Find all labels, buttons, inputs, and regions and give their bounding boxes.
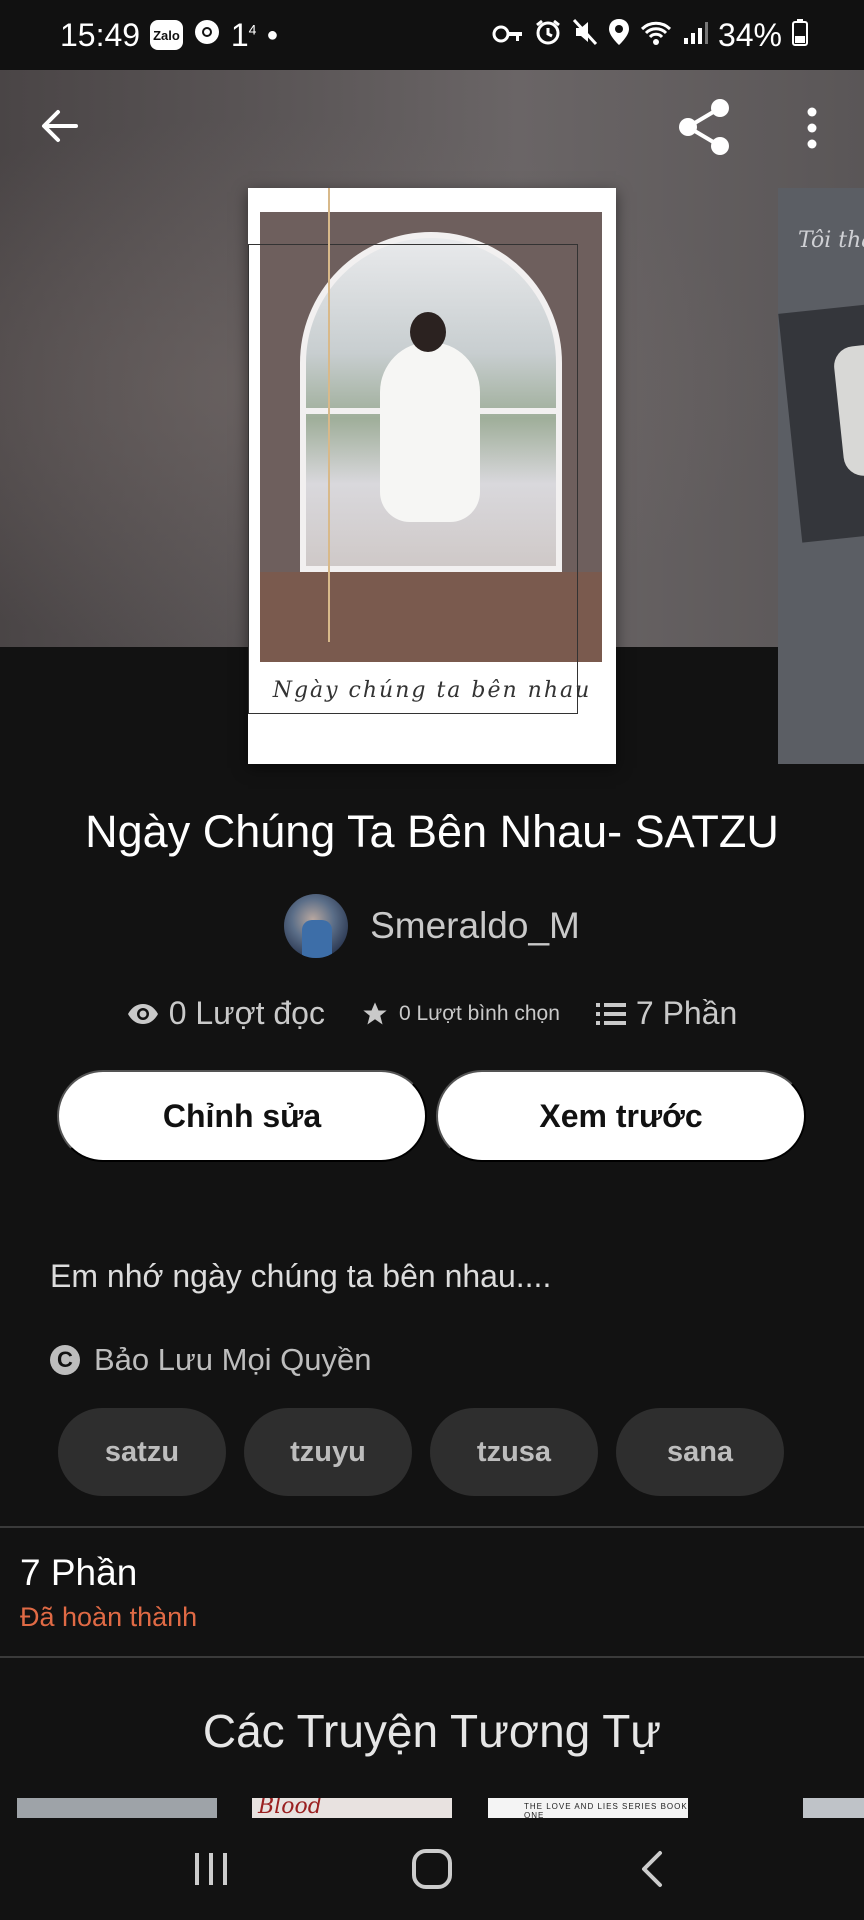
author-row[interactable]: Smeraldo_M (0, 894, 864, 958)
tag-chip[interactable]: tzusa (430, 1408, 598, 1496)
battery-level: 34% (717, 16, 782, 53)
recent-apps-button[interactable] (176, 1834, 246, 1904)
reads-stat: 0 Lượt đọc (127, 995, 325, 1032)
story-description: Em nhớ ngày chúng ta bên nhau.... (50, 1258, 552, 1294)
share-button[interactable] (676, 98, 732, 156)
status-right: 34% (492, 17, 808, 54)
cover-title-text: Ngày chúng ta bên nhau (272, 678, 592, 703)
completion-status: Đã hoàn thành (20, 1602, 198, 1632)
story-title: Ngày Chúng Ta Bên Nhau- SATZU (85, 806, 779, 857)
more-vertical-icon (807, 107, 817, 149)
signal-icon (682, 17, 708, 54)
next-story-cover[interactable]: Tôi thấ (778, 188, 864, 764)
votes-label: 0 Lượt bình chọn (398, 1001, 560, 1025)
author-name[interactable]: Smeraldo_M (370, 905, 580, 947)
notification-count: 14 (230, 16, 257, 53)
similar-stories-list: Blood THE LOVE AND LIES SERIES BOOK ONE (0, 1798, 864, 1818)
location-icon (608, 17, 630, 54)
home-button[interactable] (397, 1834, 467, 1904)
system-back-button[interactable] (618, 1834, 688, 1904)
thumb-text: THE LOVE AND LIES SERIES BOOK ONE (524, 1802, 688, 1818)
similar-story-thumb[interactable] (17, 1798, 217, 1818)
parts-count[interactable]: 7 Phần (20, 1552, 137, 1594)
status-time: 15:49 (60, 16, 141, 53)
next-cover-text: Tôi thấ (798, 228, 864, 253)
alarm-icon (534, 17, 562, 54)
dot-icon: ● (266, 23, 279, 46)
status-bar: 15:49 Zalo 14 ● 34% (0, 0, 864, 70)
next-cover-photo (778, 303, 864, 543)
reads-label: 0 Lượt đọc (168, 995, 325, 1031)
eye-icon (127, 1003, 158, 1024)
story-stats: 0 Lượt đọc 0 Lượt bình chọn 7 Phần (0, 995, 864, 1032)
home-icon (411, 1849, 452, 1889)
tag-chip[interactable]: sana (616, 1408, 784, 1496)
cover-frame-line (248, 244, 578, 714)
share-icon (679, 99, 729, 155)
parts-stat: 7 Phần (595, 995, 738, 1032)
divider (0, 1526, 864, 1528)
similar-story-thumb[interactable] (803, 1798, 864, 1818)
zalo-icon: Zalo (150, 20, 183, 50)
avatar[interactable] (284, 894, 349, 958)
similar-story-thumb[interactable]: THE LOVE AND LIES SERIES BOOK ONE (488, 1798, 688, 1818)
preview-button[interactable]: Xem trước (436, 1070, 806, 1162)
similar-story-thumb[interactable]: Blood (252, 1798, 452, 1818)
chevron-left-icon (642, 1851, 663, 1887)
system-nav-bar (0, 1818, 864, 1920)
star-icon (363, 1001, 387, 1024)
more-options-button[interactable] (796, 100, 828, 156)
edit-button[interactable]: Chỉnh sửa (57, 1070, 427, 1162)
status-left: 15:49 Zalo 14 ● (60, 17, 279, 54)
story-cover[interactable]: Ngày chúng ta bên nhau (248, 188, 616, 764)
parts-label: 7 Phần (635, 995, 738, 1031)
back-button[interactable] (34, 100, 86, 152)
arrow-left-icon (42, 110, 78, 142)
tag-list: satzu tzuyu tzusa sana (58, 1408, 784, 1496)
tag-chip[interactable]: satzu (58, 1408, 226, 1496)
wifi-icon (640, 17, 672, 54)
mute-icon (572, 17, 598, 54)
tag-chip[interactable]: tzuyu (244, 1408, 412, 1496)
copyright-row: C Bảo Lưu Mọi Quyền (50, 1342, 372, 1378)
chrome-icon (193, 17, 221, 54)
copyright-icon: C (50, 1345, 80, 1375)
divider (0, 1656, 864, 1658)
key-icon (492, 17, 524, 54)
list-icon (595, 1002, 626, 1025)
recent-apps-icon (194, 1853, 227, 1885)
cover-frame-accent (328, 188, 330, 642)
battery-icon (792, 17, 808, 54)
votes-stat: 0 Lượt bình chọn (361, 1000, 560, 1028)
thumb-text: Blood (258, 1798, 322, 1818)
similar-stories-title: Các Truyện Tương Tự (202, 1705, 662, 1757)
copyright-label: Bảo Lưu Mọi Quyền (94, 1342, 372, 1377)
